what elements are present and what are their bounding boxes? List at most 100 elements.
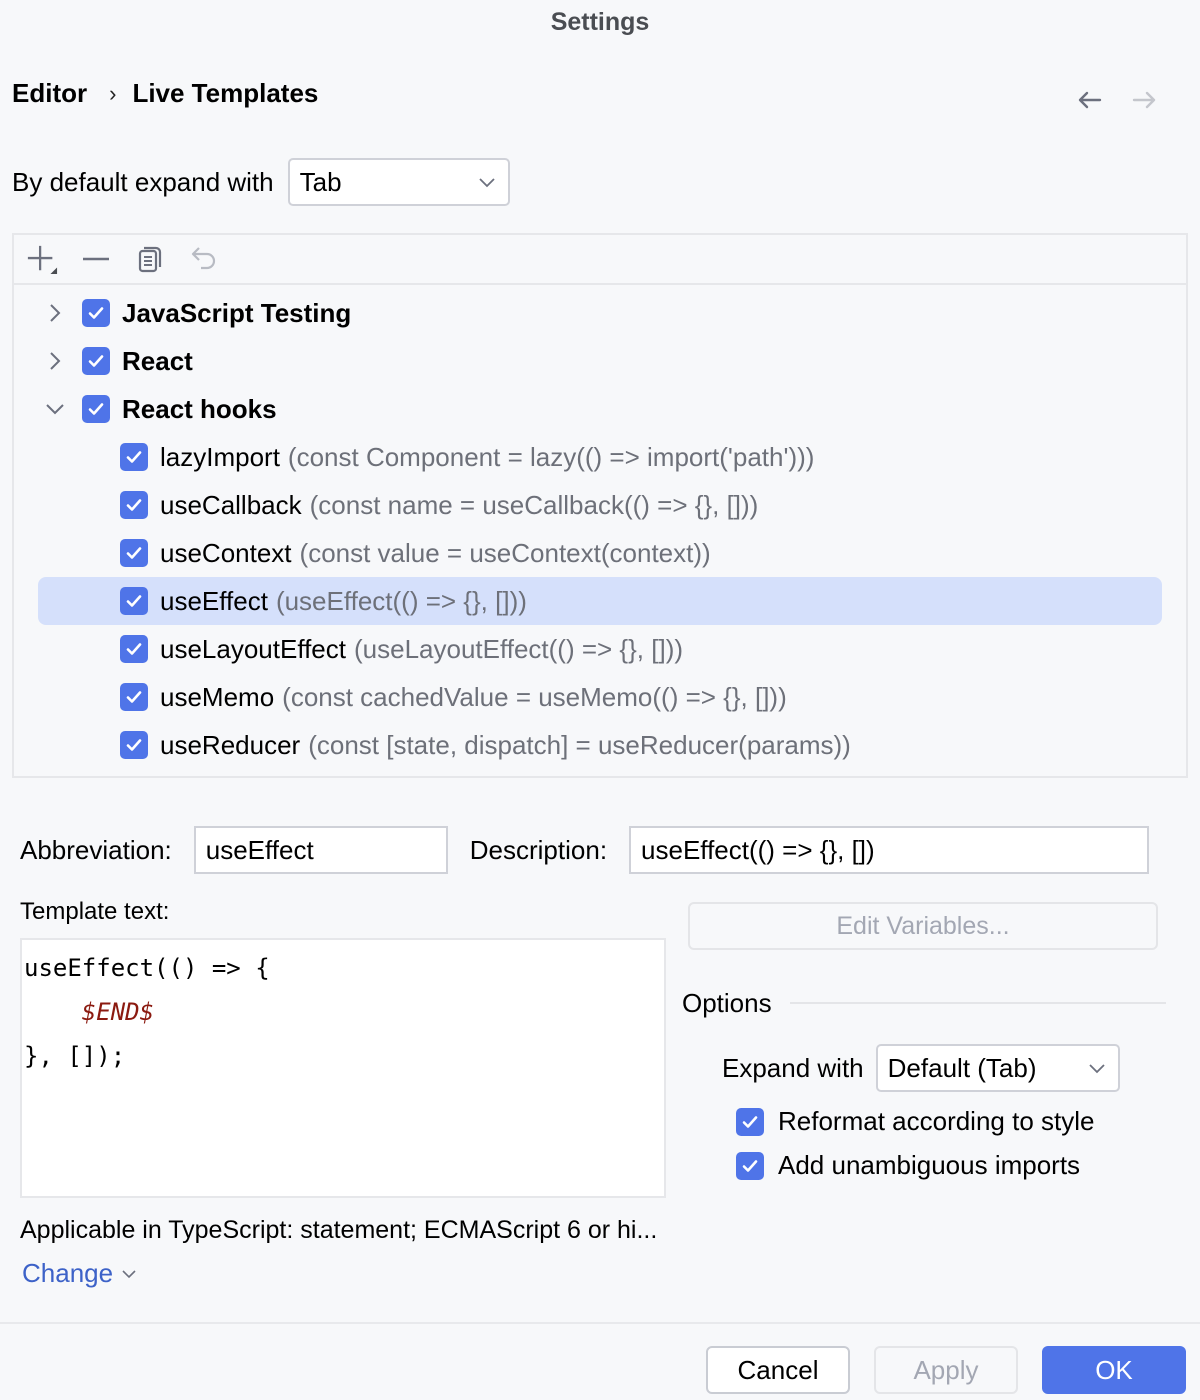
breadcrumb-separator: ›: [109, 80, 117, 106]
item-checkbox[interactable]: [120, 635, 148, 663]
item-checkbox[interactable]: [120, 443, 148, 471]
group-label: React hooks: [122, 393, 277, 424]
template-text-editor[interactable]: useEffect(() => { $END$ }, []);: [20, 938, 666, 1198]
checkmark-icon: [88, 307, 104, 319]
copy-icon: [138, 246, 162, 273]
description-label: Description:: [469, 834, 608, 865]
item-description: (useEffect(() => {}, [])): [275, 585, 527, 616]
expand-with-row: Expand with Default (Tab): [722, 1044, 1120, 1092]
item-name: useLayoutEffect: [160, 633, 346, 664]
group-label: React: [122, 345, 193, 376]
checkmark-icon: [126, 595, 142, 607]
item-checkbox[interactable]: [120, 731, 148, 759]
copy-button[interactable]: [134, 243, 166, 275]
tree-toolbar: [14, 235, 1186, 285]
reformat-checkbox-row[interactable]: Reformat according to style: [736, 1106, 1094, 1137]
add-button[interactable]: [26, 243, 58, 275]
add-icon: [27, 245, 58, 275]
abbreviation-description-row: Abbreviation: useEffect Description: use…: [20, 826, 1150, 874]
group-checkbox[interactable]: [82, 395, 110, 423]
template-item-usememo[interactable]: useMemo (const cachedValue = useMemo(() …: [14, 673, 1186, 721]
restore-button[interactable]: [188, 243, 220, 275]
template-item-usecallback[interactable]: useCallback (const name = useCallback(()…: [14, 481, 1186, 529]
breadcrumb-current: Live Templates: [132, 78, 319, 108]
default-expand-select[interactable]: Tab: [287, 158, 510, 206]
options-divider: [790, 1002, 1166, 1004]
checkmark-icon: [742, 1115, 758, 1128]
breadcrumb-parent[interactable]: Editor: [12, 78, 87, 109]
imports-checkbox-row[interactable]: Add unambiguous imports: [736, 1150, 1080, 1181]
change-context-link[interactable]: Change: [22, 1258, 137, 1289]
template-text-label: Template text:: [20, 898, 170, 925]
item-checkbox[interactable]: [120, 491, 148, 519]
template-item-useeffect[interactable]: useEffect (useEffect(() => {}, [])): [14, 577, 1186, 625]
expand-with-select[interactable]: Default (Tab): [875, 1044, 1120, 1092]
arrow-right-icon: [1132, 91, 1156, 109]
group-checkbox[interactable]: [82, 299, 110, 327]
breadcrumb: Editor › Live Templates: [12, 78, 318, 109]
group-checkbox[interactable]: [82, 347, 110, 375]
template-item-uselayouteffect[interactable]: useLayoutEffect (useLayoutEffect(() => {…: [14, 625, 1186, 673]
item-name: lazyImport: [160, 441, 280, 472]
arrow-left-icon: [1078, 91, 1102, 109]
chevron-down-icon[interactable]: [42, 402, 68, 416]
chevron-down-icon: [122, 1269, 136, 1278]
item-description: (const name = useCallback(() => {}, [])): [309, 489, 759, 520]
window-title: Settings: [550, 8, 650, 36]
back-button[interactable]: [1074, 84, 1106, 121]
chevron-right-icon[interactable]: [42, 302, 68, 324]
abbreviation-input[interactable]: useEffect: [193, 826, 448, 874]
template-item-usecontext[interactable]: useContext (const value = useContext(con…: [14, 529, 1186, 577]
checkmark-icon: [742, 1159, 758, 1172]
description-input[interactable]: useEffect(() => {}, []): [629, 826, 1150, 874]
template-item-usereducer[interactable]: useReducer (const [state, dispatch] = us…: [14, 721, 1186, 769]
remove-button[interactable]: [80, 243, 112, 275]
checkmark-icon: [88, 403, 104, 415]
imports-checkbox[interactable]: [736, 1151, 764, 1180]
description-value: useEffect(() => {}, []): [641, 834, 875, 865]
abbreviation-value: useEffect: [205, 834, 314, 865]
tree-group-react[interactable]: React: [14, 337, 1186, 385]
default-expand-label: By default expand with: [12, 166, 274, 197]
tree-group-react-hooks[interactable]: React hooks: [14, 385, 1186, 433]
forward-button[interactable]: [1128, 84, 1160, 121]
edit-variables-button[interactable]: Edit Variables...: [688, 902, 1158, 950]
template-line: }, []);: [24, 1042, 126, 1070]
checkmark-icon: [126, 451, 142, 463]
item-name: useCallback: [160, 489, 302, 520]
apply-button[interactable]: Apply: [874, 1346, 1018, 1394]
item-name: useMemo: [160, 681, 275, 712]
template-line: useEffect(() => {: [24, 954, 270, 982]
imports-label: Add unambiguous imports: [778, 1150, 1081, 1180]
item-name: useReducer: [160, 729, 301, 760]
item-checkbox[interactable]: [120, 683, 148, 711]
restore-icon: [191, 247, 216, 270]
applicable-context-text: Applicable in TypeScript: statement; ECM…: [20, 1216, 658, 1244]
options-title: Options: [682, 988, 772, 1018]
item-checkbox[interactable]: [120, 587, 148, 615]
template-item-lazyimport[interactable]: lazyImport (const Component = lazy(() =>…: [14, 433, 1186, 481]
navigation-arrows: [1074, 84, 1160, 121]
chevron-right-icon[interactable]: [42, 350, 68, 372]
tree-group-javascript-testing[interactable]: JavaScript Testing: [14, 289, 1186, 337]
checkmark-icon: [126, 547, 142, 559]
default-expand-row: By default expand with Tab: [12, 158, 510, 206]
group-label: JavaScript Testing: [122, 297, 352, 328]
item-description: (const Component = lazy(() => import('pa…: [287, 441, 815, 472]
item-description: (const [state, dispatch] = useReducer(pa…: [308, 729, 851, 760]
ok-button[interactable]: OK: [1042, 1346, 1186, 1394]
item-name: useContext: [160, 537, 292, 568]
template-line: $END$: [24, 990, 664, 1034]
reformat-checkbox[interactable]: [736, 1107, 764, 1136]
remove-icon: [83, 257, 109, 261]
checkmark-icon: [126, 499, 142, 511]
checkmark-icon: [126, 691, 142, 703]
item-checkbox[interactable]: [120, 539, 148, 567]
chevron-down-icon: [478, 178, 495, 188]
item-description: (const cachedValue = useMemo(() => {}, […: [282, 681, 787, 712]
tree-rows: JavaScript Testing React React hooks laz…: [14, 285, 1186, 769]
checkmark-icon: [88, 355, 104, 367]
item-description: (useLayoutEffect(() => {}, [])): [354, 633, 684, 664]
cancel-button[interactable]: Cancel: [706, 1346, 850, 1394]
checkmark-icon: [126, 643, 142, 655]
